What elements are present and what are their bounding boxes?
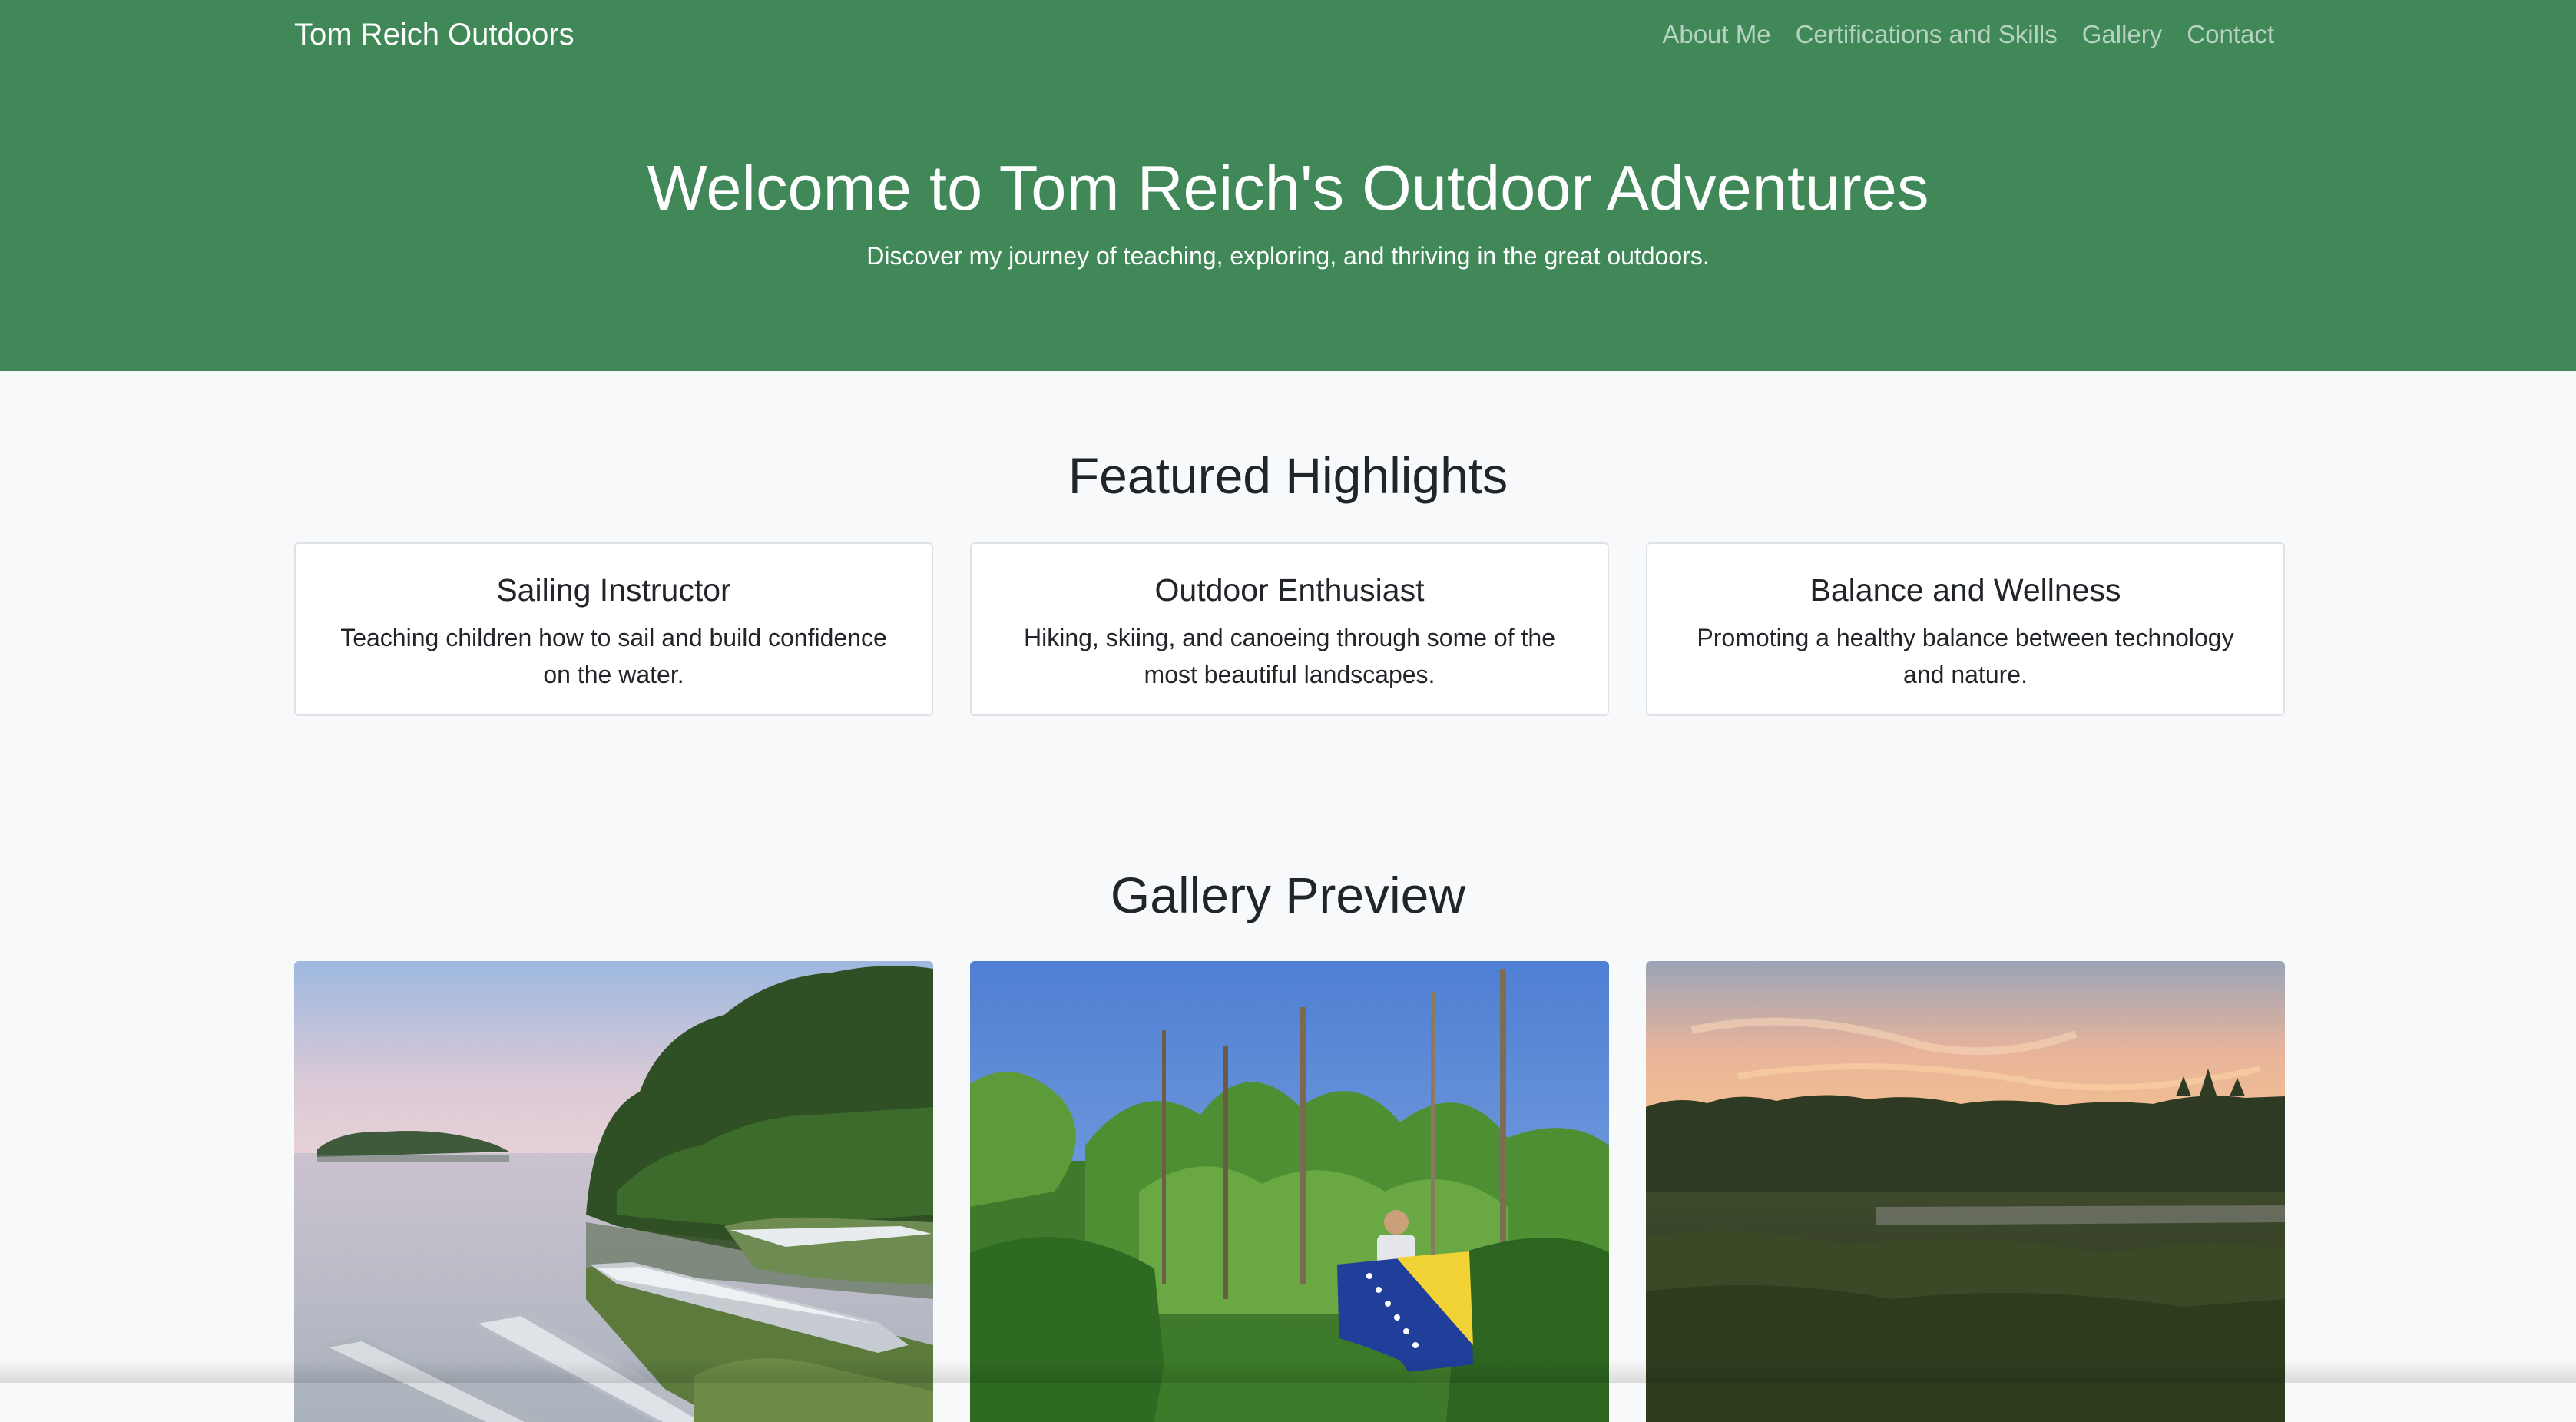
gallery-photo-forest-flag[interactable] <box>970 961 1609 1422</box>
gallery-photo-sunset-marsh[interactable] <box>1646 961 2285 1422</box>
nav-link-about-me[interactable]: About Me <box>1662 15 1770 54</box>
highlight-card-title: Balance and Wellness <box>1809 572 2121 608</box>
gallery-preview <box>294 961 2285 1422</box>
highlight-card-title: Outdoor Enthusiast <box>1154 572 1425 608</box>
main-nav: About Me Certifications and Skills Galle… <box>1662 15 2274 54</box>
highlights-cards: Sailing Instructor Teaching children how… <box>294 542 2285 716</box>
hero-title: Welcome to Tom Reich's Outdoor Adventure… <box>647 152 1929 224</box>
highlight-card-outdoor: Outdoor Enthusiast Hiking, skiing, and c… <box>970 542 1609 716</box>
highlight-card-text: Teaching children how to sail and build … <box>340 624 887 688</box>
highlight-card-title: Sailing Instructor <box>496 572 731 608</box>
highlight-card-sailing: Sailing Instructor Teaching children how… <box>294 542 933 716</box>
hero-banner: Tom Reich Outdoors About Me Certificatio… <box>0 0 2576 371</box>
nav-link-contact[interactable]: Contact <box>2187 15 2274 54</box>
hero-subtitle: Discover my journey of teaching, explori… <box>866 242 1710 270</box>
highlight-card-text: Hiking, skiing, and canoeing through som… <box>1024 624 1555 688</box>
featured-highlights-heading: Featured Highlights <box>1068 447 1508 504</box>
highlight-card-wellness: Balance and Wellness Promoting a healthy… <box>1646 542 2285 716</box>
gallery-preview-heading: Gallery Preview <box>1110 867 1466 923</box>
nav-link-certifications[interactable]: Certifications and Skills <box>1796 15 2058 54</box>
gallery-photo-lake-canoes[interactable] <box>294 961 933 1422</box>
brand-logo-link[interactable]: Tom Reich Outdoors <box>294 15 574 54</box>
highlight-card-text: Promoting a healthy balance between tech… <box>1697 624 2234 688</box>
nav-link-gallery[interactable]: Gallery <box>2082 15 2163 54</box>
